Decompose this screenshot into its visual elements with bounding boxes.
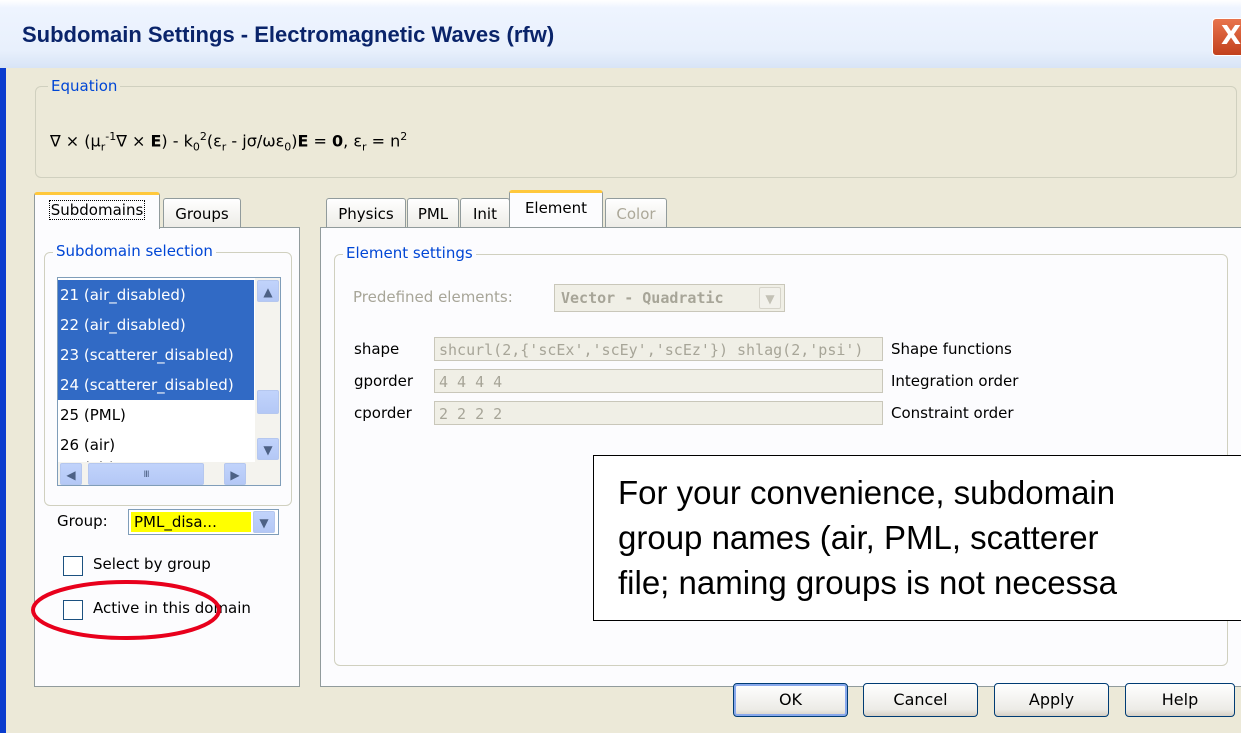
list-item[interactable]: 21 (air_disabled) <box>58 280 254 310</box>
scroll-up-button[interactable]: ▲ <box>257 280 279 302</box>
list-item[interactable]: 24 (scatterer_disabled) <box>58 370 254 400</box>
group-label: Group: <box>57 512 108 530</box>
tab-pml[interactable]: PML <box>407 198 459 229</box>
close-button[interactable]: X <box>1212 18 1241 56</box>
select-by-group-label: Select by group <box>93 555 211 573</box>
tab-element[interactable]: Element <box>509 190 603 227</box>
element-settings-legend: Element settings <box>343 244 476 262</box>
shape-label: shape <box>354 340 400 358</box>
group-select-value: PML_disa... <box>131 512 251 532</box>
cporder-field: 2 2 2 2 <box>434 401 883 425</box>
chevron-down-icon[interactable]: ▼ <box>253 511 275 533</box>
vertical-scroll-thumb[interactable] <box>257 390 279 414</box>
scroll-right-button[interactable]: ▶ <box>224 463 246 485</box>
subdomain-listbox[interactable]: 21 (air_disabled) 22 (air_disabled) 23 (… <box>57 277 281 486</box>
vertical-scrollbar[interactable] <box>255 278 280 462</box>
subdomain-selection-legend: Subdomain selection <box>53 242 216 260</box>
note-line-2: group names (air, PML, scatterer <box>618 519 1099 556</box>
tab-groups[interactable]: Groups <box>163 198 241 229</box>
scroll-left-button[interactable]: ◀ <box>60 463 82 485</box>
help-button[interactable]: Help <box>1125 683 1235 717</box>
scroll-down-button[interactable]: ▼ <box>257 438 279 460</box>
equation-formula: ∇ × (μr-1∇ × E) - k02(εr - jσ/ωε0)E = 0,… <box>50 130 408 154</box>
group-select[interactable]: PML_disa... ▼ <box>128 509 279 535</box>
predefined-elements-value: Vector - Quadratic <box>561 289 724 307</box>
select-by-group-checkbox[interactable] <box>63 556 83 576</box>
shape-field: shcurl(2,{'scEx','scEy','scEz'}) shlag(2… <box>434 337 883 361</box>
title-bar: Subdomain Settings - Electromagnetic Wav… <box>0 0 1241 68</box>
gporder-description: Integration order <box>891 372 1019 390</box>
cancel-button[interactable]: Cancel <box>863 683 978 717</box>
tab-color: Color <box>605 198 667 229</box>
window-title: Subdomain Settings - Electromagnetic Wav… <box>22 22 555 47</box>
shape-description: Shape functions <box>891 340 1012 358</box>
note-line-1: For your convenience, subdomain <box>618 474 1116 511</box>
highlight-ellipse-annotation <box>31 580 221 640</box>
predefined-elements-label: Predefined elements: <box>353 288 513 306</box>
equation-legend: Equation <box>48 77 121 95</box>
tab-physics[interactable]: Physics <box>326 198 406 229</box>
subdomain-settings-dialog: Subdomain Settings - Electromagnetic Wav… <box>0 0 1241 733</box>
list-item[interactable]: 25 (PML) <box>58 400 254 430</box>
chevron-down-icon: ▼ <box>759 287 781 309</box>
predefined-elements-select: Vector - Quadratic ▼ <box>554 284 785 312</box>
list-item[interactable]: 23 (scatterer_disabled) <box>58 340 254 370</box>
horizontal-scroll-thumb[interactable]: III <box>88 463 204 485</box>
tab-subdomains[interactable]: Subdomains <box>34 192 160 229</box>
tab-init[interactable]: Init <box>460 198 510 229</box>
list-item[interactable]: 22 (air_disabled) <box>58 310 254 340</box>
annotation-note-box: For your convenience, subdomain group na… <box>593 455 1241 621</box>
note-line-3: file; naming groups is not necessa <box>618 564 1117 601</box>
gporder-label: gporder <box>354 372 414 390</box>
cporder-label: cporder <box>354 404 412 422</box>
apply-button[interactable]: Apply <box>994 683 1109 717</box>
ok-button[interactable]: OK <box>733 683 848 717</box>
cporder-description: Constraint order <box>891 404 1014 422</box>
gporder-field: 4 4 4 4 <box>434 369 883 393</box>
